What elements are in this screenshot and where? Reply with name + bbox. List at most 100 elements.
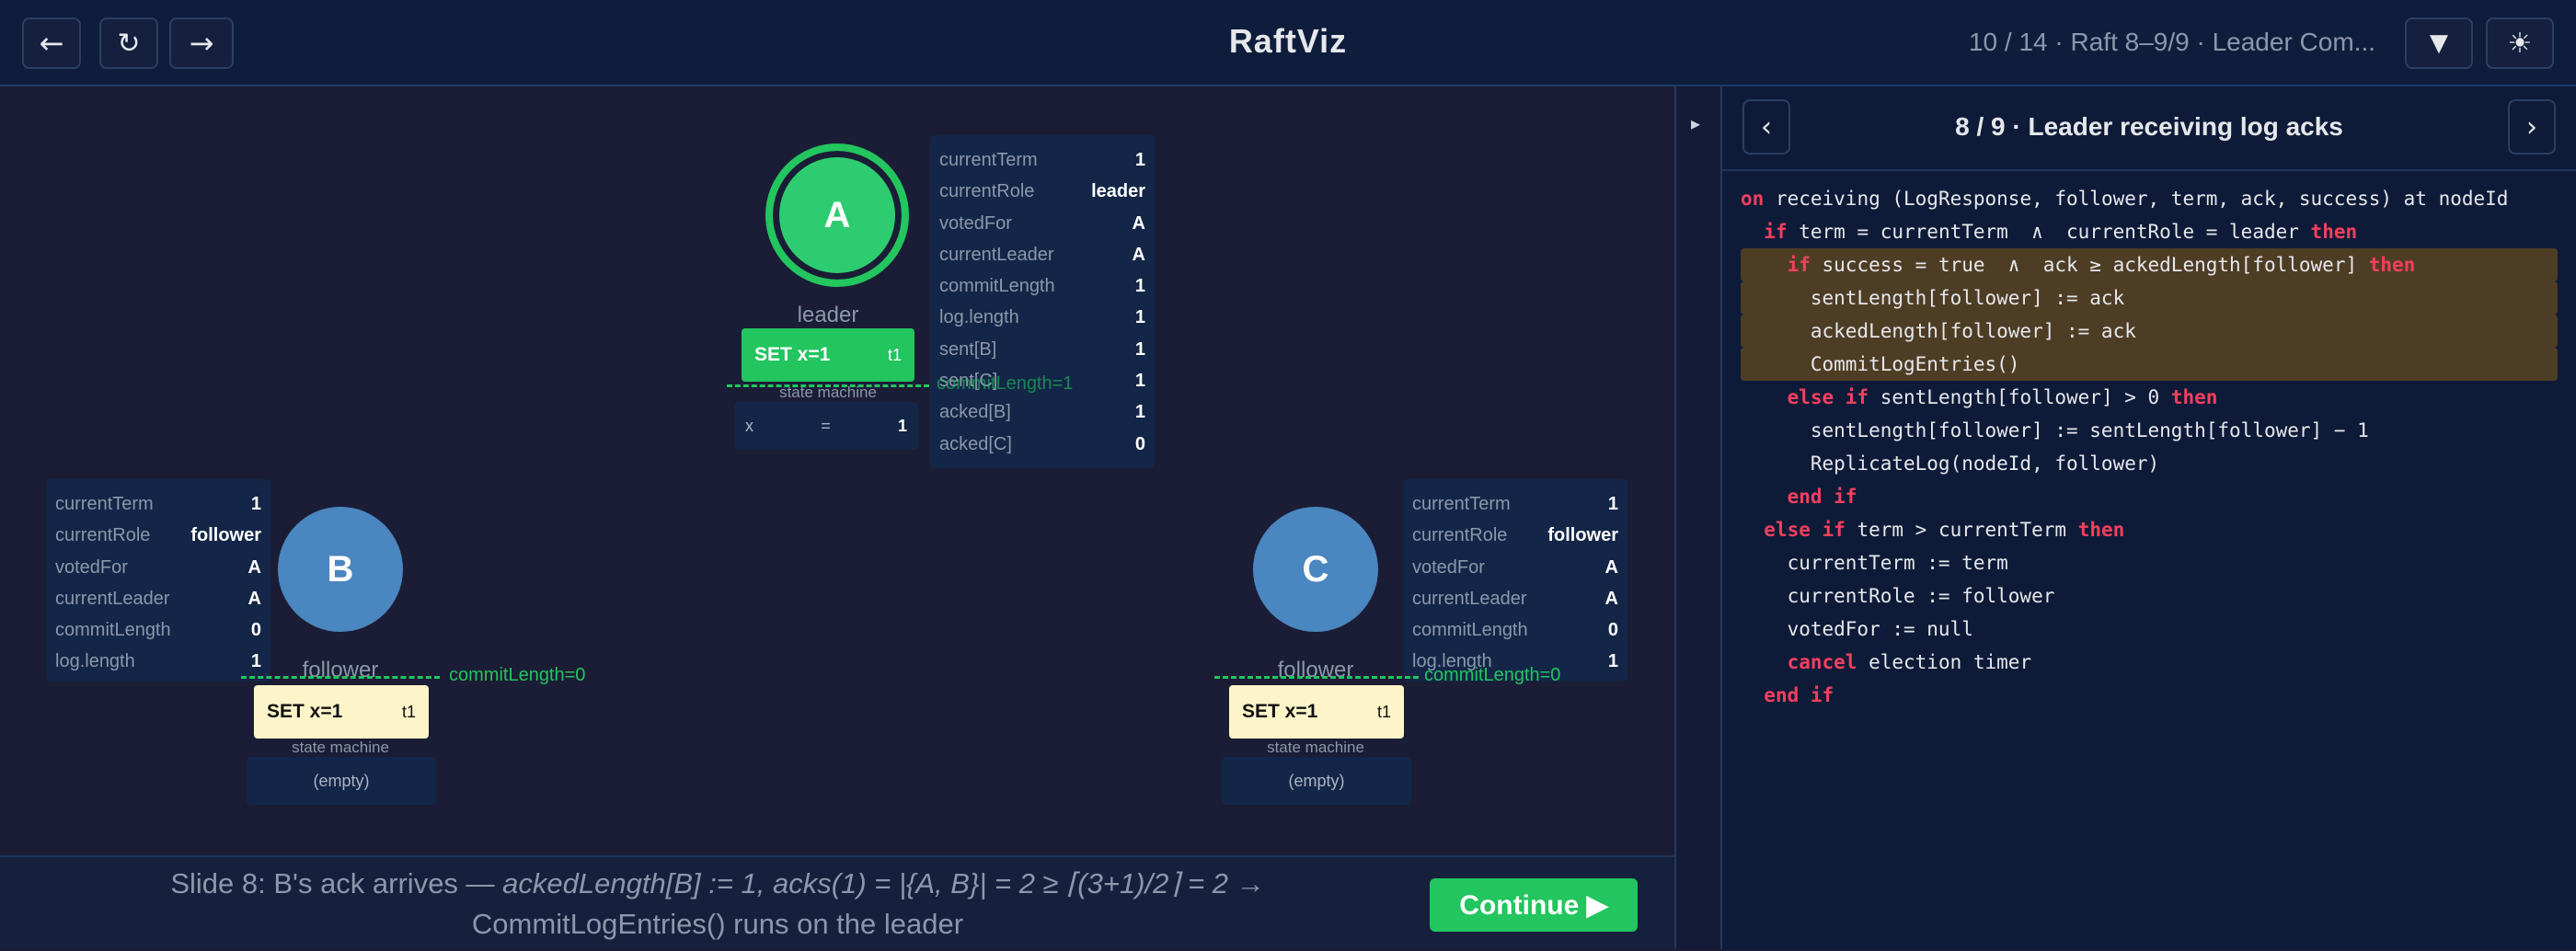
- code-line: sentLength[follower] := sentLength[follo…: [1741, 414, 2558, 447]
- state-key: currentRole: [55, 525, 151, 546]
- state-row: commitLength 0: [1412, 614, 1618, 646]
- code-line: CommitLogEntries(): [1741, 348, 2558, 381]
- pseudocode-block: on receiving (LogResponse, follower, ter…: [1741, 182, 2558, 712]
- code-text: CommitLogEntries(): [1741, 353, 2020, 375]
- state-key: commitLength: [55, 620, 171, 641]
- state-row: currentRole leader: [939, 176, 1145, 207]
- code-keyword: if: [1787, 254, 1811, 276]
- prev-step-button[interactable]: ‹: [1742, 99, 1790, 155]
- next-step-button[interactable]: ›: [2508, 99, 2556, 155]
- state-key: currentRole: [1412, 525, 1508, 546]
- code-keyword: else if: [1787, 386, 1869, 408]
- state-row: currentRole follower: [55, 520, 261, 551]
- log-entry-command: SET x=1: [1242, 701, 1318, 722]
- state-key: acked[C]: [939, 433, 1012, 454]
- slide-info[interactable]: 10 / 14 · Raft 8–9/9 · Leader Com...: [1969, 28, 2375, 57]
- log-entry-term: t1: [1376, 702, 1391, 721]
- state-value: 1: [1134, 402, 1145, 423]
- app-title: RaftViz: [1228, 22, 1348, 60]
- state-key: log.length: [55, 651, 135, 672]
- state-value: leader: [1091, 181, 1145, 202]
- code-line: if term = currentTerm ∧ currentRole = le…: [1741, 215, 2558, 248]
- sm-empty: (empty): [1288, 771, 1345, 790]
- panel-divider[interactable]: [1674, 86, 1722, 949]
- state-value: 1: [1134, 338, 1145, 360]
- code-text: sentLength[follower] := sentLength[follo…: [1741, 419, 2369, 441]
- state-key: currentLeader: [939, 244, 1054, 265]
- state-value: 1: [250, 494, 261, 514]
- state-value: A: [1604, 588, 1618, 609]
- state-key: votedFor: [939, 212, 1012, 234]
- sm-var: x: [745, 416, 753, 435]
- code-line: on receiving (LogResponse, follower, ter…: [1741, 182, 2558, 215]
- filter-button[interactable]: ▼: [2405, 17, 2473, 69]
- state-value: 1: [1607, 651, 1618, 672]
- code-keyword: then: [2077, 519, 2125, 541]
- back-button[interactable]: ←: [22, 17, 81, 69]
- state-row: currentLeader A: [939, 239, 1145, 270]
- continue-button[interactable]: Continue ▶: [1430, 878, 1638, 932]
- state-value: 0: [250, 620, 261, 641]
- node-b-circle[interactable]: B: [278, 507, 403, 632]
- node-b-state-machine-label: state machine: [292, 739, 389, 756]
- node-c-circle[interactable]: C: [1253, 507, 1378, 632]
- node-b-state-table: currentTerm 1 currentRole follower votedFor A…: [46, 479, 270, 682]
- state-row: votedFor A: [1412, 552, 1618, 583]
- state-row: currentTerm 1: [1412, 488, 1618, 520]
- node-c-commit-label: commitLength=0: [1424, 665, 1561, 685]
- theme-toggle-button[interactable]: ☀: [2486, 17, 2554, 69]
- reload-button[interactable]: ↻: [99, 17, 158, 69]
- code-line: votedFor := null: [1741, 613, 2558, 646]
- state-row: votedFor A: [55, 552, 261, 583]
- state-value: 0: [1134, 433, 1145, 454]
- code-keyword: on: [1741, 188, 1765, 210]
- caption-formula: ackedLength[B] := 1, acks(1) = |{A, B}| …: [502, 867, 1229, 899]
- state-row: votedFor A: [939, 208, 1145, 239]
- cluster-canvas: A leader currentTerm 1 currentRole leader vo…: [0, 87, 1674, 855]
- state-value: A: [1132, 212, 1145, 234]
- chevron-left-icon: ‹: [1761, 110, 1772, 143]
- slide-caption: Slide 8: B's ack arrives — ackedLength[B…: [120, 857, 1316, 951]
- code-panel-header: ‹ 8 / 9 · Leader receiving log acks ›: [1722, 86, 2576, 171]
- code-line: if success = true ∧ ack ≥ ackedLength[fo…: [1741, 248, 2558, 281]
- code-keyword: end if: [1787, 486, 1857, 508]
- log-entry-command: SET x=1: [754, 344, 831, 365]
- state-value: 1: [1607, 494, 1618, 514]
- node-a-label: A: [823, 194, 851, 235]
- node-c-commit-line: [1214, 676, 1419, 679]
- forward-button[interactable]: →: [169, 17, 234, 69]
- state-key: acked[B]: [939, 402, 1011, 423]
- state-value: follower: [1547, 525, 1618, 546]
- node-a-circle[interactable]: A: [765, 143, 909, 287]
- node-c-log-entry[interactable]: SET x=1 t1: [1229, 685, 1404, 739]
- state-key: currentRole: [939, 181, 1035, 202]
- code-line: else if term > currentTerm then: [1741, 513, 2558, 546]
- state-value: 1: [1134, 150, 1145, 170]
- state-row: sent[B] 1: [939, 334, 1145, 365]
- bottom-bar: Slide 8: B's ack arrives — ackedLength[B…: [0, 855, 1674, 949]
- node-b-log-entry[interactable]: SET x=1 t1: [254, 685, 429, 739]
- state-row: acked[C] 0: [939, 429, 1145, 460]
- state-key: commitLength: [1412, 620, 1528, 641]
- code-panel: ‹ 8 / 9 · Leader receiving log acks › on…: [1722, 86, 2576, 949]
- code-line: sentLength[follower] := ack: [1741, 281, 2558, 315]
- node-b-commit-label: commitLength=0: [449, 665, 586, 685]
- code-line: else if sentLength[follower] > 0 then: [1741, 381, 2558, 414]
- state-key: currentLeader: [55, 588, 170, 609]
- code-keyword: cancel: [1787, 651, 1857, 673]
- node-a-commit-label: commitLength=1: [937, 373, 1074, 394]
- node-a-log-entry[interactable]: SET x=1 t1: [742, 328, 914, 382]
- top-bar: ← ↻ → RaftViz 10 / 14 · Raft 8–9/9 · Lea…: [0, 0, 2576, 86]
- node-a-role: leader: [797, 303, 859, 327]
- code-line: ackedLength[follower] := ack: [1741, 315, 2558, 348]
- arrow-right-icon: →: [189, 26, 214, 61]
- log-entry-command: SET x=1: [267, 701, 343, 722]
- expand-panel-icon[interactable]: ▸: [1691, 112, 1700, 134]
- state-key: votedFor: [55, 556, 128, 578]
- code-keyword: then: [2170, 386, 2218, 408]
- state-row: currentLeader A: [1412, 583, 1618, 614]
